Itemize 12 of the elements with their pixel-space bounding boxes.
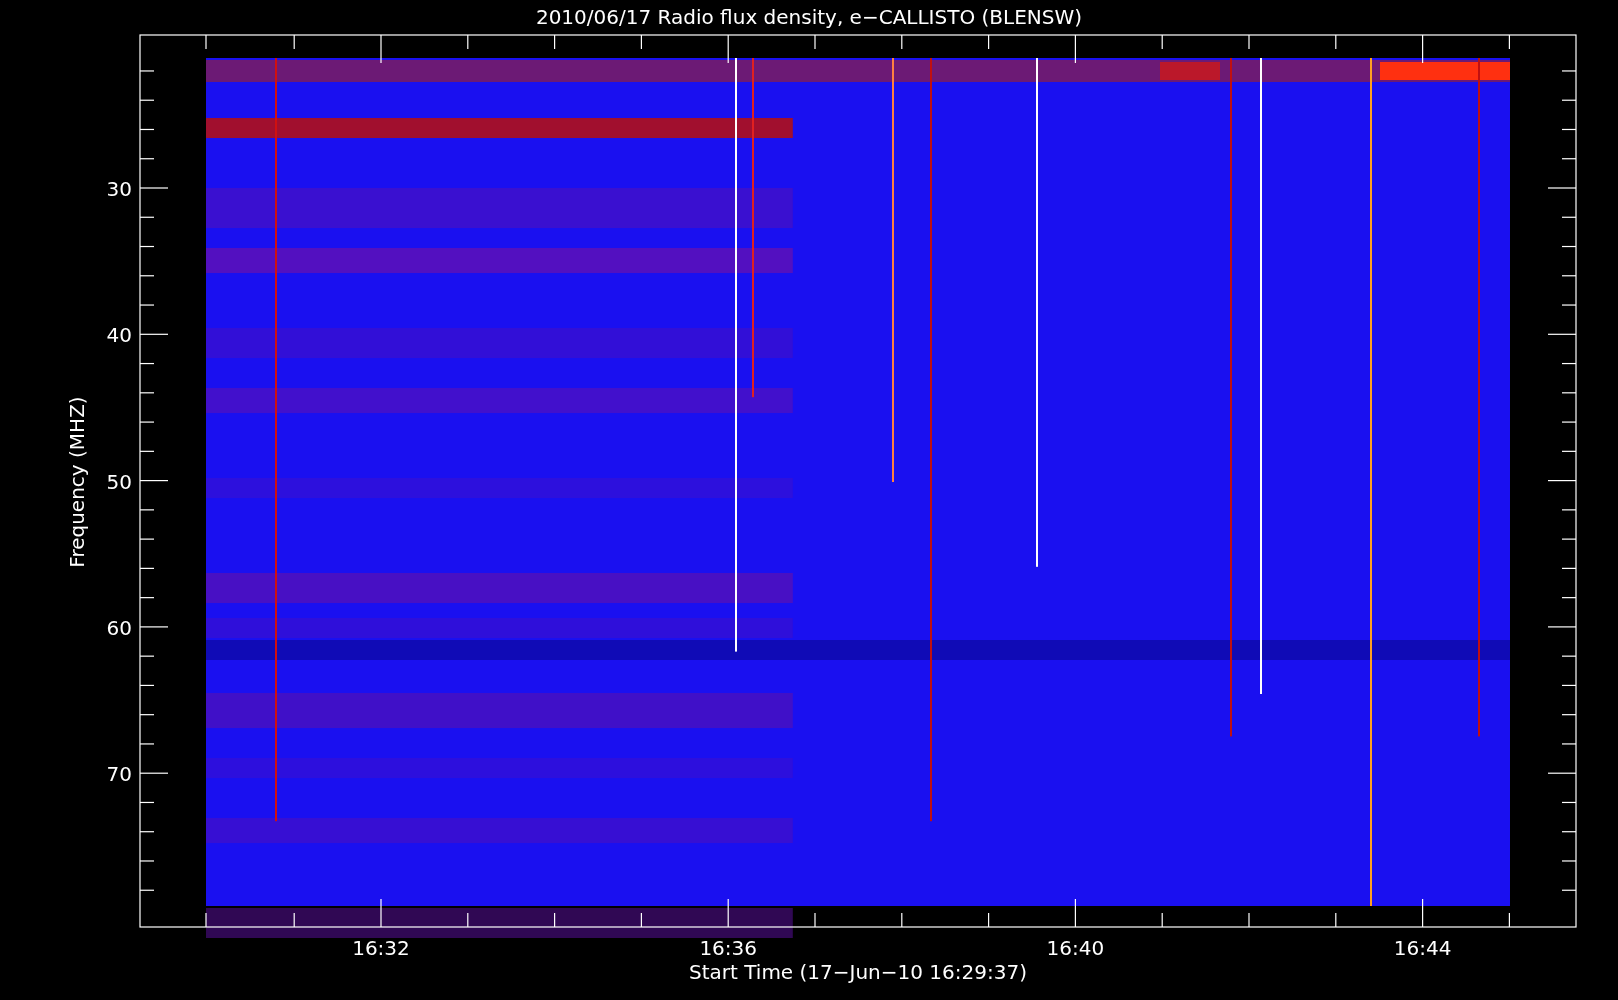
tick-label: 50 bbox=[106, 469, 132, 494]
tick-label: 40 bbox=[106, 323, 132, 348]
chart-title: 2010/06/17 Radio flux density, e−CALLISTO (BLENSW) bbox=[535, 5, 1083, 29]
tick-label: 16:44 bbox=[1393, 936, 1452, 960]
tick-label: 70 bbox=[106, 762, 132, 787]
tick-label: 16:32 bbox=[352, 936, 410, 960]
tick-label: 30 bbox=[106, 177, 132, 201]
tick-label: 16:40 bbox=[1046, 936, 1105, 960]
tick-label: 60 bbox=[106, 615, 132, 640]
tick-label: 16:36 bbox=[699, 936, 757, 960]
axis-title: Start Time (17−Jun−10 16:29:37) bbox=[689, 960, 1027, 984]
axis-title: Frequency (MHZ) bbox=[65, 396, 89, 568]
